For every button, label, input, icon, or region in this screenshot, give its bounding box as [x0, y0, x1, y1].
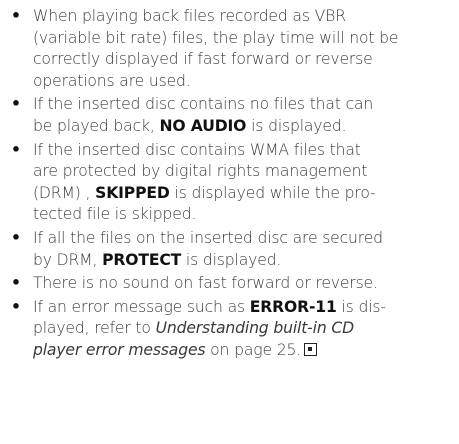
bullet-icon: [11, 6, 23, 28]
note-text: is dis-: [336, 297, 386, 316]
note-text: If all the files on the inserted disc ar…: [33, 228, 383, 247]
bullet-icon: [11, 273, 23, 295]
note-line: When playing back files recorded as VBR: [33, 6, 459, 28]
note-item: If an error message such as ERROR-11 is …: [11, 297, 459, 362]
note-text: by DRM,: [33, 250, 103, 269]
note-line: tected file is skipped.: [33, 204, 459, 226]
cross-reference-title: player error messages: [33, 340, 206, 359]
bullet-icon: [11, 94, 23, 116]
note-text: played, refer to: [33, 319, 156, 338]
note-line: If an error message such as ERROR-11 is …: [33, 297, 459, 319]
note-text: There is no sound on fast forward or rev…: [33, 274, 378, 293]
note-text: (DRM) ,: [33, 183, 96, 202]
note-text: tected file is skipped.: [33, 205, 197, 224]
note-item: When playing back files recorded as VBR (…: [11, 6, 459, 92]
note-text: operations are used.: [33, 71, 191, 90]
note-line: (variable bit rate) files, the play time…: [33, 28, 459, 50]
note-line: (DRM) , SKIPPED is displayed while the p…: [33, 183, 459, 205]
display-message-keyword: NO AUDIO: [159, 116, 247, 135]
note-text: If the inserted disc contains WMA files …: [33, 140, 361, 159]
note-text: If the inserted disc contains no files t…: [33, 95, 374, 114]
note-text: is displayed.: [181, 250, 282, 269]
note-text: be played back,: [33, 116, 160, 135]
cross-reference-title: Understanding built-in CD: [155, 319, 355, 338]
note-line: correctly displayed if fast forward or r…: [33, 49, 459, 71]
bullet-icon: [11, 297, 23, 319]
note-line: player error messages on page 25.: [33, 340, 459, 362]
note-line: If all the files on the inserted disc ar…: [33, 228, 459, 250]
display-message-keyword: PROTECT: [102, 250, 182, 269]
note-item: If the inserted disc contains WMA files …: [11, 140, 459, 226]
note-text: If an error message such as: [33, 297, 250, 316]
note-text: are protected by digital rights manageme…: [33, 162, 368, 181]
note-line: operations are used.: [33, 71, 459, 93]
note-text: (variable bit rate) files, the play time…: [33, 28, 399, 47]
note-line: If the inserted disc contains no files t…: [33, 94, 459, 116]
display-message-keyword: SKIPPED: [95, 183, 170, 202]
note-text: correctly displayed if fast forward or r…: [33, 50, 373, 69]
notes-bullet-list: When playing back files recorded as VBR (…: [11, 6, 459, 362]
note-line: There is no sound on fast forward or rev…: [33, 273, 459, 295]
bullet-icon: [11, 228, 23, 250]
note-item: If all the files on the inserted disc ar…: [11, 228, 459, 271]
note-item: There is no sound on fast forward or rev…: [11, 273, 459, 295]
note-text: is displayed while the pro-: [169, 183, 376, 202]
note-text: When playing back files recorded as VBR: [33, 7, 346, 25]
note-line: are protected by digital rights manageme…: [33, 161, 459, 183]
note-line: If the inserted disc contains WMA files …: [33, 140, 459, 162]
note-text: on page 25.: [205, 340, 302, 359]
note-item: If the inserted disc contains no files t…: [11, 94, 459, 137]
note-line: by DRM, PROTECT is displayed.: [33, 250, 459, 272]
display-message-keyword: ERROR-11: [249, 297, 337, 316]
note-line: be played back, NO AUDIO is displayed.: [33, 116, 459, 138]
end-of-section-icon: [304, 342, 318, 356]
bullet-icon: [11, 140, 23, 162]
note-text: is displayed.: [246, 116, 347, 135]
note-line: played, refer to Understanding built-in …: [33, 318, 459, 340]
